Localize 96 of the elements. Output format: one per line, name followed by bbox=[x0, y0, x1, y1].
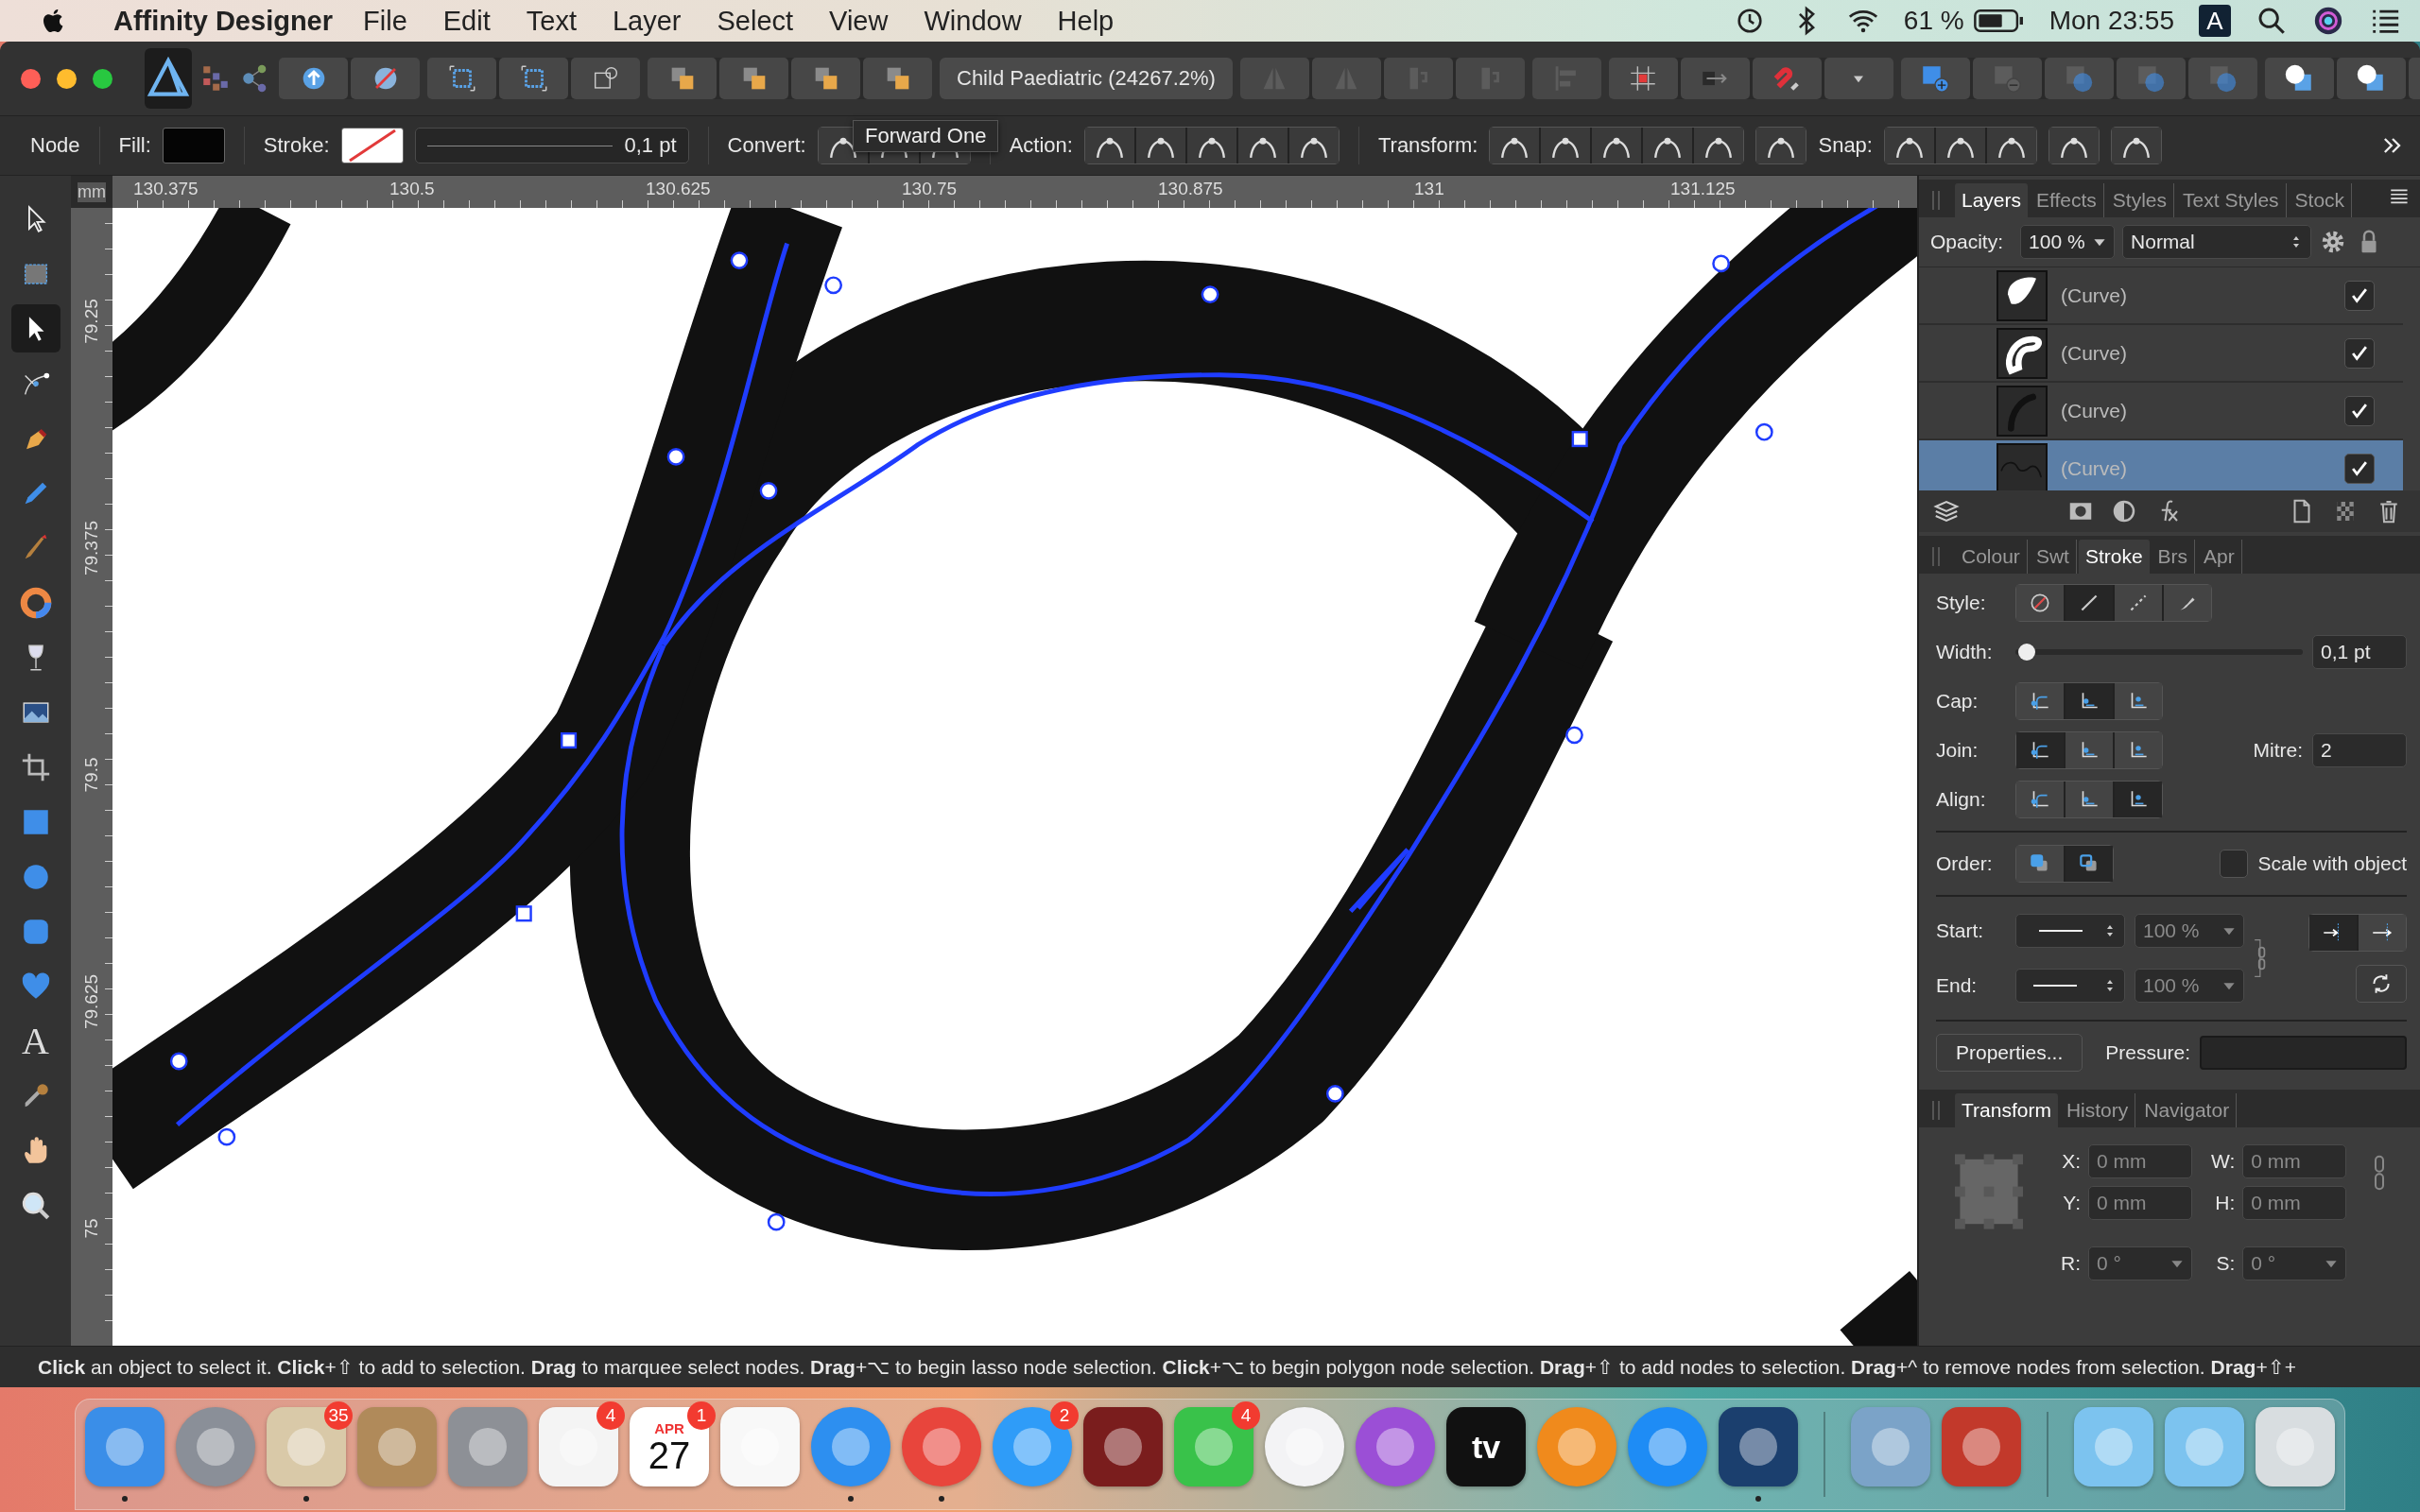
stroke-width-field[interactable]: 0,1 pt bbox=[414, 128, 689, 163]
stroke-label: Stroke: bbox=[263, 133, 330, 158]
field-label: W: bbox=[2210, 1150, 2236, 1173]
ruler-label: 130.625 bbox=[646, 178, 712, 200]
fill-label: Fill: bbox=[118, 133, 151, 158]
panel-tab[interactable]: Layers bbox=[1955, 183, 2029, 217]
panel-tab[interactable]: Apr bbox=[2197, 540, 2242, 574]
opacity-label: Opacity: bbox=[1930, 231, 2004, 253]
panel-tab[interactable]: Swt bbox=[2029, 540, 2077, 574]
scale-with-object-label: Scale with object bbox=[2257, 852, 2407, 875]
align-label: Align: bbox=[1936, 788, 1987, 811]
calendar-day: 27 bbox=[648, 1435, 691, 1474]
tooltip: Forward One bbox=[853, 120, 999, 152]
notification-badge: 35 bbox=[324, 1401, 353, 1430]
end-label: End: bbox=[1936, 974, 1979, 997]
app-name-menu[interactable]: Affinity Designer bbox=[113, 5, 334, 37]
menu-item[interactable]: Select bbox=[717, 5, 794, 37]
menu-item[interactable]: View bbox=[829, 5, 889, 37]
field-label: X: bbox=[2061, 1150, 2081, 1173]
transform-field[interactable]: 0 ° bbox=[2242, 1246, 2347, 1280]
notification-badge: 4 bbox=[596, 1401, 625, 1430]
width-label: Width: bbox=[1936, 641, 1994, 663]
layer-row[interactable]: (Curve) bbox=[1919, 325, 2403, 383]
panel-tab[interactable]: Colour bbox=[1955, 540, 2028, 574]
layer-name: (Curve) bbox=[2061, 456, 2128, 480]
clock[interactable]: Mon 23:55 bbox=[2048, 6, 2174, 36]
notification-badge: 2 bbox=[1050, 1401, 1079, 1430]
ruler-label: 79.375 bbox=[81, 520, 102, 576]
order-label: Order: bbox=[1936, 852, 1994, 875]
notification-badge: 4 bbox=[1232, 1401, 1260, 1430]
field-label: Y: bbox=[2062, 1192, 2081, 1214]
style-label: Style: bbox=[1936, 592, 1987, 614]
field-label: R: bbox=[2060, 1252, 2081, 1275]
mitre-label: Mitre: bbox=[2253, 739, 2303, 762]
width-field[interactable]: 0,1 pt bbox=[2312, 635, 2407, 669]
ruler-label: 130.875 bbox=[1158, 178, 1224, 200]
mitre-field[interactable]: 2 bbox=[2312, 733, 2407, 767]
menu-item[interactable]: Layer bbox=[612, 5, 682, 37]
menu-item[interactable]: Window bbox=[924, 5, 1022, 37]
menu-item[interactable]: File bbox=[363, 5, 407, 37]
battery-percentage: 61 % bbox=[1903, 6, 1964, 36]
panel-tab[interactable]: History bbox=[2059, 1093, 2136, 1127]
panel-tab[interactable]: Stroke bbox=[2078, 540, 2150, 574]
start-scale-dropdown[interactable]: 100 % bbox=[2135, 914, 2244, 948]
properties-button[interactable]: Properties... bbox=[1936, 1034, 2083, 1072]
ruler-label: 131 bbox=[1414, 178, 1445, 200]
panel-tab[interactable]: Navigator bbox=[2137, 1093, 2238, 1127]
field-label: S: bbox=[2215, 1252, 2236, 1275]
opacity-dropdown[interactable]: 100 % bbox=[2020, 225, 2116, 259]
ruler-label: 75 bbox=[81, 1218, 102, 1239]
transform-field[interactable]: 0 mm bbox=[2242, 1186, 2347, 1220]
blend-mode-dropdown[interactable]: Normal bbox=[2122, 225, 2312, 259]
transform-field[interactable]: 0 mm bbox=[2242, 1144, 2347, 1178]
transform-field[interactable]: 0 mm bbox=[2088, 1144, 2192, 1178]
input-source-indicator[interactable]: A bbox=[2199, 5, 2231, 37]
panel-tab[interactable]: Transform bbox=[1955, 1093, 2058, 1127]
panel-tab[interactable]: Effects bbox=[2030, 183, 2104, 217]
join-label: Join: bbox=[1936, 739, 1979, 762]
status-bar-hint: Click an object to select it. Click+⇧ to add to selection. Drag to marquee select nodes. Drag+⌥ to begin lasso node selection. Click+⌥ to begin polygon node selection. Drag+⇧ to add nodes to selection. Drag+^ to remove nodes from selection. Drag+⇧+ bbox=[0, 1346, 2420, 1387]
layer-name: (Curve) bbox=[2061, 399, 2128, 422]
panel-tab[interactable]: Styles bbox=[2105, 183, 2175, 217]
layer-name: (Curve) bbox=[2061, 341, 2128, 365]
tv-label: tv bbox=[1471, 1428, 1501, 1466]
pressure-label: Pressure: bbox=[2105, 1041, 2191, 1064]
text-tool-button[interactable]: A bbox=[10, 1017, 60, 1065]
start-label: Start: bbox=[1936, 919, 1985, 942]
ruler-label: 130.375 bbox=[133, 178, 199, 200]
ruler-label: 79.25 bbox=[81, 299, 102, 344]
field-label: H: bbox=[2214, 1192, 2236, 1214]
tool-name: Node bbox=[30, 133, 80, 158]
cap-label: Cap: bbox=[1936, 690, 1979, 713]
ruler-label: 130.75 bbox=[902, 178, 959, 200]
ruler-label: 79.625 bbox=[81, 973, 102, 1030]
snap-label: Snap: bbox=[1818, 133, 1873, 158]
tv-icon[interactable]: tv bbox=[1446, 1407, 1526, 1486]
document-title-button[interactable]: Child Paediatric (24267.2%) bbox=[940, 58, 1233, 99]
panel-tab[interactable]: Brs bbox=[2151, 540, 2196, 574]
menu-item[interactable]: Help bbox=[1057, 5, 1115, 37]
panel-tab[interactable]: Stock bbox=[2288, 183, 2353, 217]
layer-name: (Curve) bbox=[2061, 284, 2128, 307]
action-label: Action: bbox=[1009, 133, 1073, 158]
ruler-label: 79.5 bbox=[81, 757, 102, 793]
transform-label: Transform: bbox=[1377, 133, 1478, 158]
menu-item[interactable]: Edit bbox=[442, 5, 491, 37]
ruler-label: 130.5 bbox=[389, 178, 436, 200]
layer-row[interactable]: (Curve) bbox=[1919, 267, 2403, 325]
transform-field[interactable]: 0 ° bbox=[2088, 1246, 2192, 1280]
ruler-label: 131.125 bbox=[1670, 178, 1737, 200]
panel-tab[interactable]: Text Styles bbox=[2176, 183, 2287, 217]
calendar-month: APR bbox=[654, 1419, 684, 1436]
menu-item[interactable]: Text bbox=[526, 5, 577, 37]
convert-label: Convert: bbox=[727, 133, 806, 158]
end-scale-dropdown[interactable]: 100 % bbox=[2135, 969, 2244, 1003]
ruler-unit: mm bbox=[78, 181, 106, 202]
transform-field[interactable]: 0 mm bbox=[2088, 1186, 2192, 1220]
notification-badge: 1 bbox=[687, 1401, 716, 1430]
